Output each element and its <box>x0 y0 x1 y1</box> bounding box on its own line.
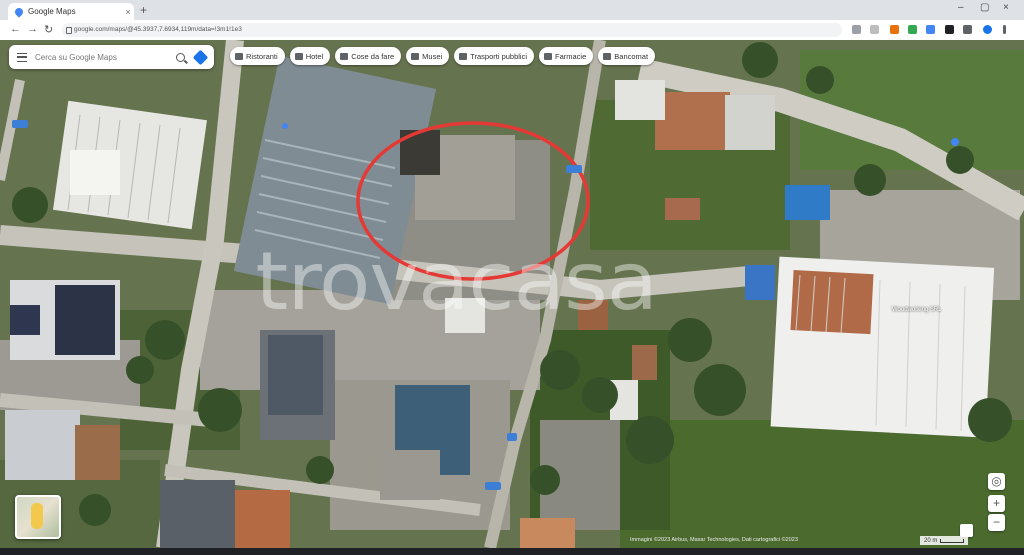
chip-transit[interactable]: Trasporti pubblici <box>454 47 535 65</box>
extension-icon[interactable] <box>890 25 899 34</box>
chip-restaurants[interactable]: Ristoranti <box>230 47 285 65</box>
pharmacy-icon <box>544 52 553 60</box>
zoom-in-button[interactable]: + <box>988 495 1005 512</box>
maps-favicon-icon <box>13 5 25 18</box>
map-footer: Immagini ©2023 Airbus, Maxar Technologie… <box>0 536 1024 548</box>
extension-icon[interactable] <box>908 25 917 34</box>
zoom-out-button[interactable]: − <box>988 514 1005 531</box>
search-input[interactable]: Cerca su Google Maps <box>35 53 176 62</box>
extension-icon[interactable] <box>945 25 954 34</box>
chip-atms[interactable]: Bancomat <box>598 47 656 65</box>
hotel-icon <box>294 52 303 60</box>
url-text: google.com/maps/@45.3937,7.6934,119m/dat… <box>74 26 242 33</box>
maps-search-box[interactable]: Cerca su Google Maps <box>9 45 214 69</box>
forward-button[interactable]: → <box>27 23 38 35</box>
transit-icon <box>459 52 468 60</box>
scale-bar[interactable]: 20 m <box>920 536 969 545</box>
search-icon[interactable] <box>176 52 185 62</box>
menu-hamburger-icon[interactable] <box>17 52 27 62</box>
map-credits[interactable]: Immagini ©2023 Airbus, Maxar Technologie… <box>630 537 798 543</box>
directions-icon[interactable] <box>192 49 209 65</box>
restaurant-icon <box>235 52 243 60</box>
lock-icon <box>66 27 72 34</box>
share-icon[interactable] <box>852 25 861 34</box>
chip-things-to-do[interactable]: Cose da fare <box>335 47 402 65</box>
tab-close-icon[interactable]: × <box>122 7 134 17</box>
my-location-button[interactable]: ◎ <box>988 473 1005 490</box>
browser-toolbar: ← → ↻ google.com/maps/@45.3937,7.6934,11… <box>0 20 1024 41</box>
profile-avatar[interactable] <box>983 25 992 34</box>
museum-icon <box>411 52 420 60</box>
bookmark-star-icon[interactable] <box>870 25 879 34</box>
chip-pharmacies[interactable]: Farmacie <box>539 47 594 65</box>
menu-kebab-icon[interactable] <box>1003 25 1006 34</box>
address-bar[interactable]: google.com/maps/@45.3937,7.6934,119m/dat… <box>62 23 842 37</box>
extensions-puzzle-icon[interactable] <box>963 25 972 34</box>
chip-museums[interactable]: Musei <box>406 47 450 65</box>
new-tab-button[interactable]: + <box>140 3 147 17</box>
close-window-button[interactable]: × <box>1003 2 1009 13</box>
maximize-button[interactable]: ▢ <box>980 2 989 13</box>
attractions-icon <box>340 52 349 60</box>
tab-title: Google Maps <box>28 7 76 16</box>
trovacasa-watermark: trovacasa <box>255 235 658 328</box>
place-label[interactable]: Woodworking SRL <box>892 307 942 313</box>
browser-tab-bar: Google Maps × + – ▢ × <box>0 0 1024 20</box>
atm-icon <box>603 52 612 60</box>
chip-hotels[interactable]: Hotel <box>289 47 331 65</box>
reload-button[interactable]: ↻ <box>44 23 53 36</box>
category-chips: Ristoranti Hotel Cose da fare Musei Tras… <box>230 47 656 65</box>
browser-tab[interactable]: Google Maps × <box>8 3 134 20</box>
back-button[interactable]: ← <box>10 23 21 35</box>
os-taskbar <box>0 548 1024 555</box>
minimize-button[interactable]: – <box>958 2 964 13</box>
pegman-icon[interactable] <box>31 503 43 529</box>
satellite-map[interactable]: trovacasa Woodworking SRL Cerca su Googl… <box>0 40 1024 548</box>
layers-button[interactable] <box>15 495 61 539</box>
scale-bar-line <box>940 538 965 543</box>
extension-icon[interactable] <box>926 25 935 34</box>
